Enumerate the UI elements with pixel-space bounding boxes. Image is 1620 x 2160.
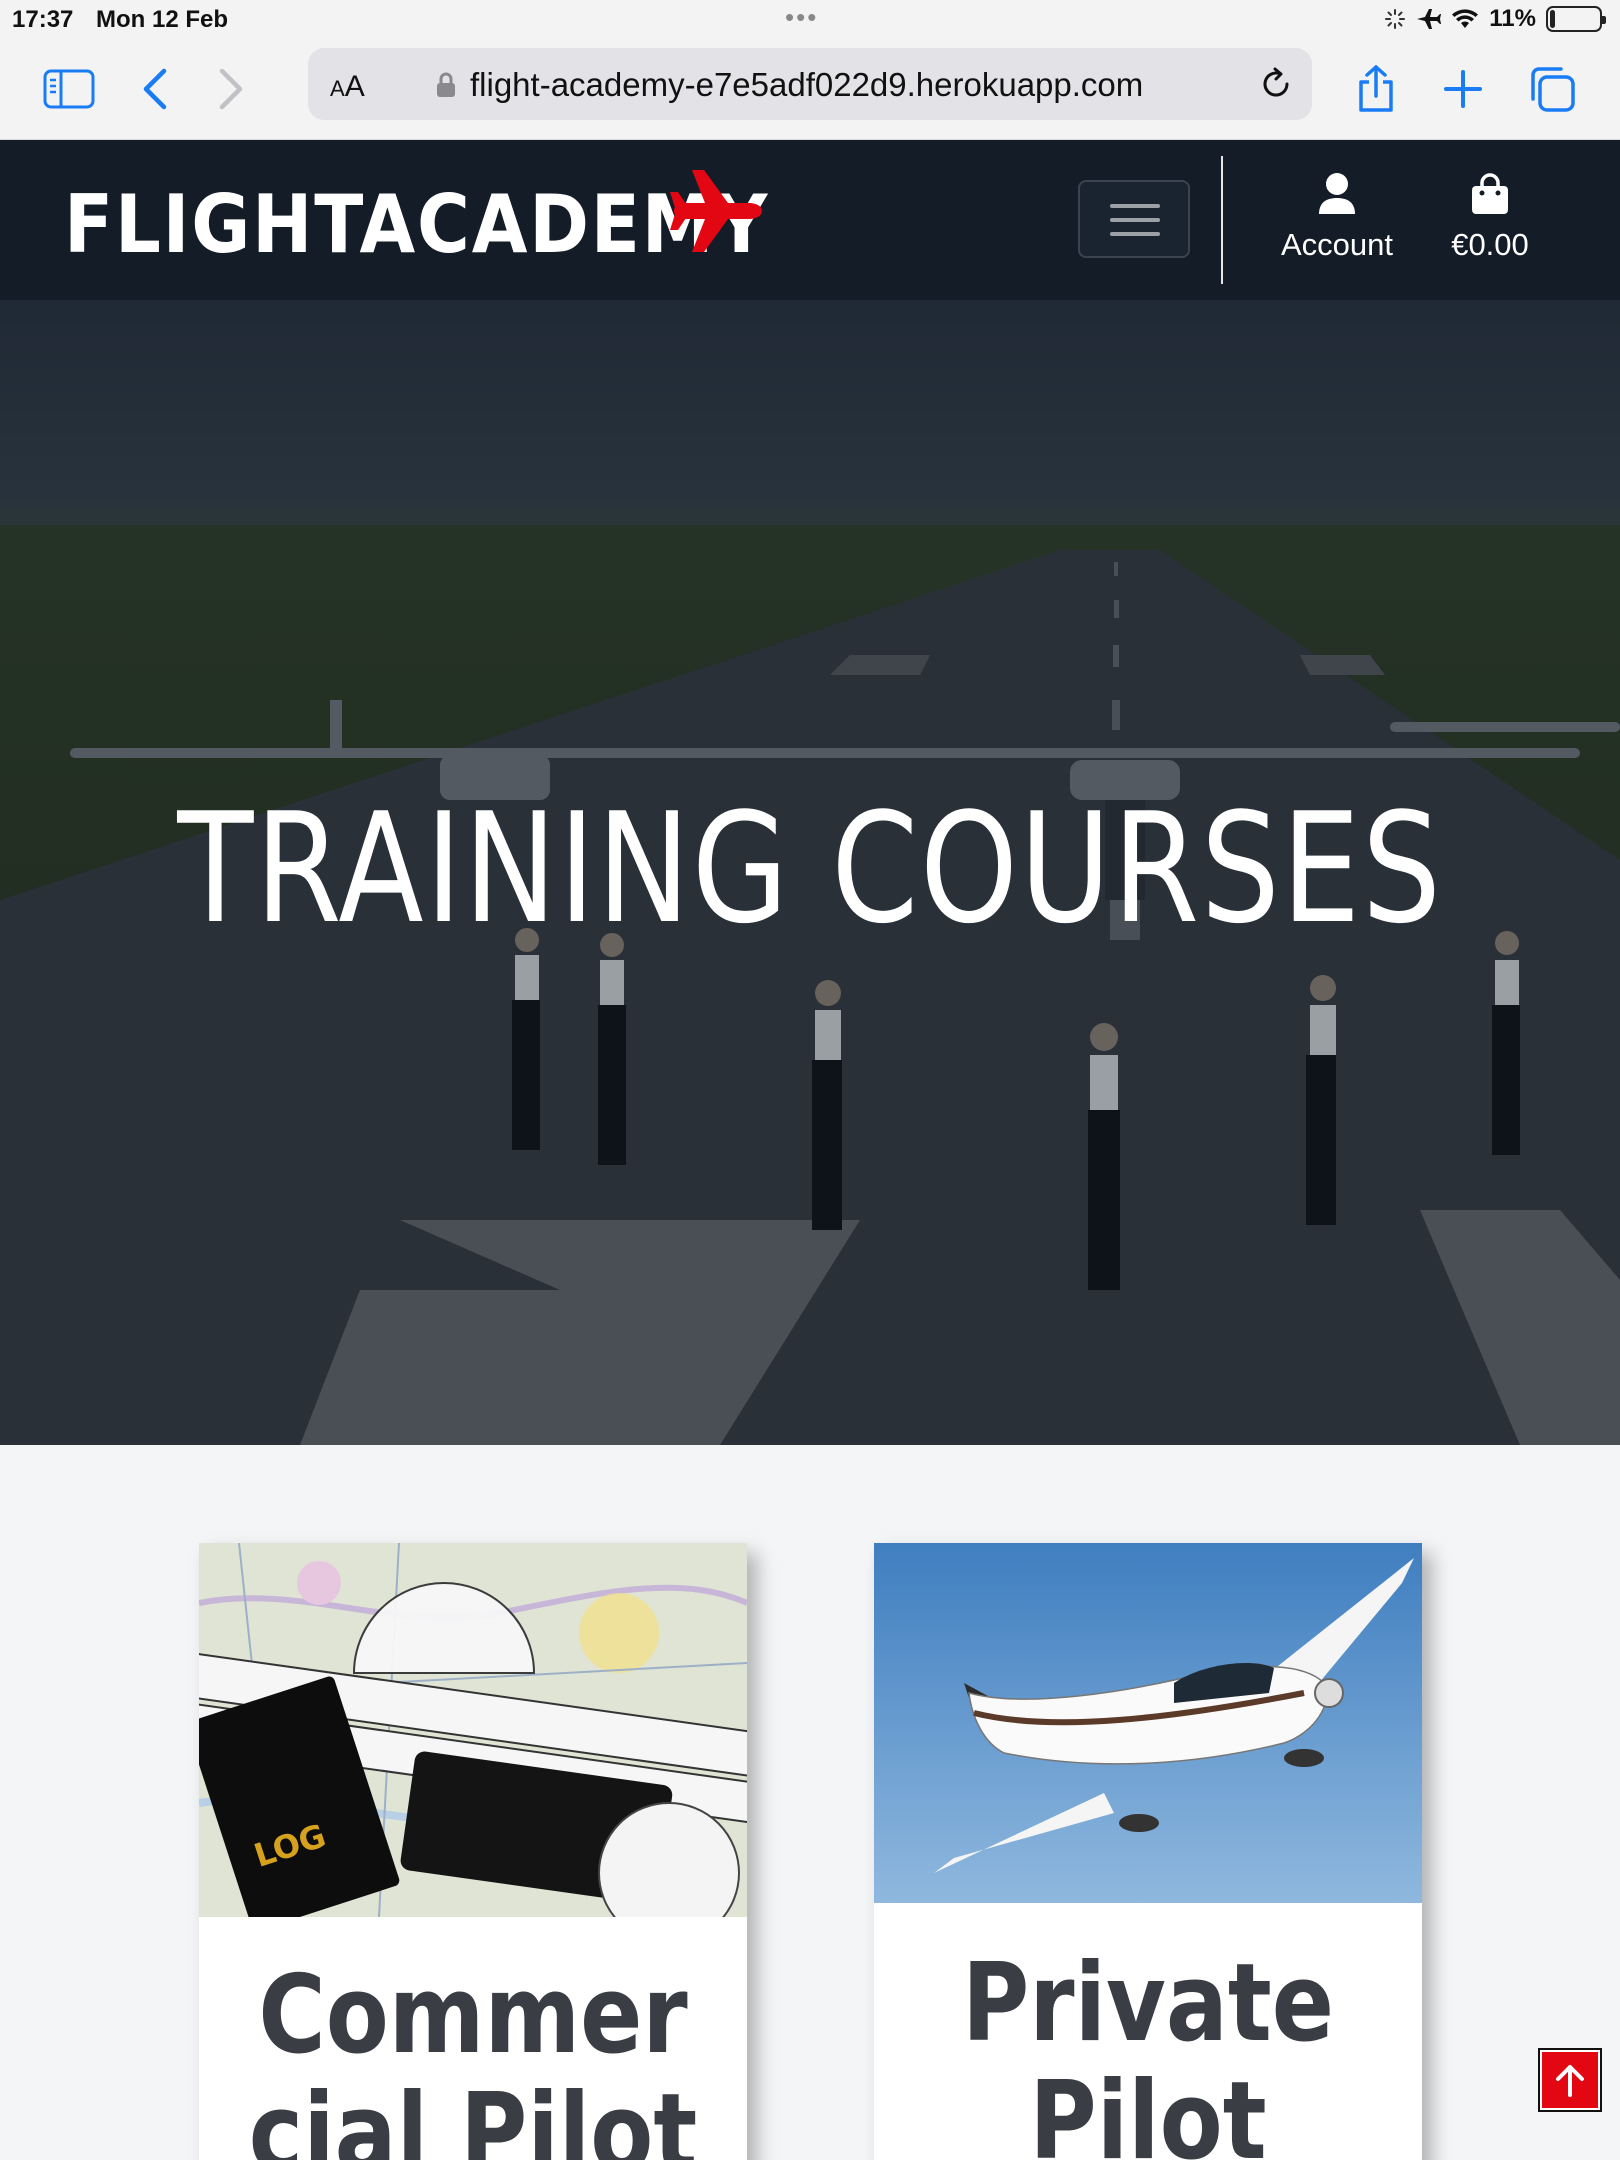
brand-logo[interactable]: FLIGHTACADEMY <box>64 178 769 271</box>
status-bar: 17:37 Mon 12 Feb ••• 11% <box>0 0 1620 38</box>
airplane-mode-icon <box>1417 9 1442 29</box>
browser-toolbar: AA flight-academy-e7e5adf022d9.herokuapp… <box>0 38 1620 140</box>
reload-icon[interactable] <box>1258 66 1294 102</box>
wifi-icon <box>1452 9 1479 28</box>
course-card-private[interactable]: Private Pilot <box>874 1543 1422 2160</box>
back-to-top-button[interactable] <box>1538 2048 1602 2112</box>
hero-title: TRAINING COURSES <box>177 780 1443 957</box>
hero-banner: TRAINING COURSES <box>0 300 1620 1445</box>
multitasking-dots-icon[interactable]: ••• <box>785 2 818 33</box>
back-arrow-icon[interactable] <box>124 58 186 120</box>
lock-icon <box>437 72 455 97</box>
account-link[interactable]: Account <box>1270 172 1404 263</box>
navigation-chart-image: LOG <box>199 1543 747 1917</box>
plane-logo-icon <box>670 170 762 252</box>
battery-icon <box>1546 6 1606 32</box>
battery-percent: 11% <box>1489 5 1536 32</box>
clock-date: Mon 12 Feb <box>96 6 229 33</box>
tabs-overview-icon[interactable] <box>1521 58 1583 120</box>
cart-link[interactable]: €0.00 <box>1440 172 1540 263</box>
share-icon[interactable] <box>1345 58 1407 120</box>
new-tab-plus-icon[interactable] <box>1432 58 1494 120</box>
text-size-button[interactable]: AA <box>330 70 365 104</box>
cart-total: €0.00 <box>1451 227 1529 262</box>
loading-spinner-icon <box>1385 9 1406 29</box>
site-header: FLIGHTACADEMY Account €0.00 <box>0 140 1620 300</box>
course-title-private[interactable]: Private Pilot <box>915 1945 1381 2160</box>
courses-section: LOG Commercial Pilot Private Pilot <box>0 1445 1620 2160</box>
forward-arrow-icon[interactable] <box>200 58 262 120</box>
arrow-up-icon <box>1556 2065 1584 2097</box>
address-bar[interactable]: AA flight-academy-e7e5adf022d9.herokuapp… <box>308 48 1312 120</box>
clock-time: 17:37 <box>12 6 74 33</box>
sidebar-toggle-icon[interactable] <box>38 58 100 120</box>
course-title-commercial[interactable]: Commercial Pilot <box>240 1957 706 2160</box>
nav-divider <box>1221 156 1223 284</box>
account-label: Account <box>1280 227 1393 262</box>
shopping-bag-icon <box>1472 173 1508 214</box>
url-text: flight-academy-e7e5adf022d9.herokuapp.co… <box>470 66 1144 103</box>
menu-toggle-button[interactable] <box>1078 180 1190 258</box>
course-card-commercial[interactable]: LOG Commercial Pilot <box>199 1543 747 2160</box>
user-icon <box>1319 173 1355 214</box>
private-plane-image <box>874 1543 1422 1903</box>
